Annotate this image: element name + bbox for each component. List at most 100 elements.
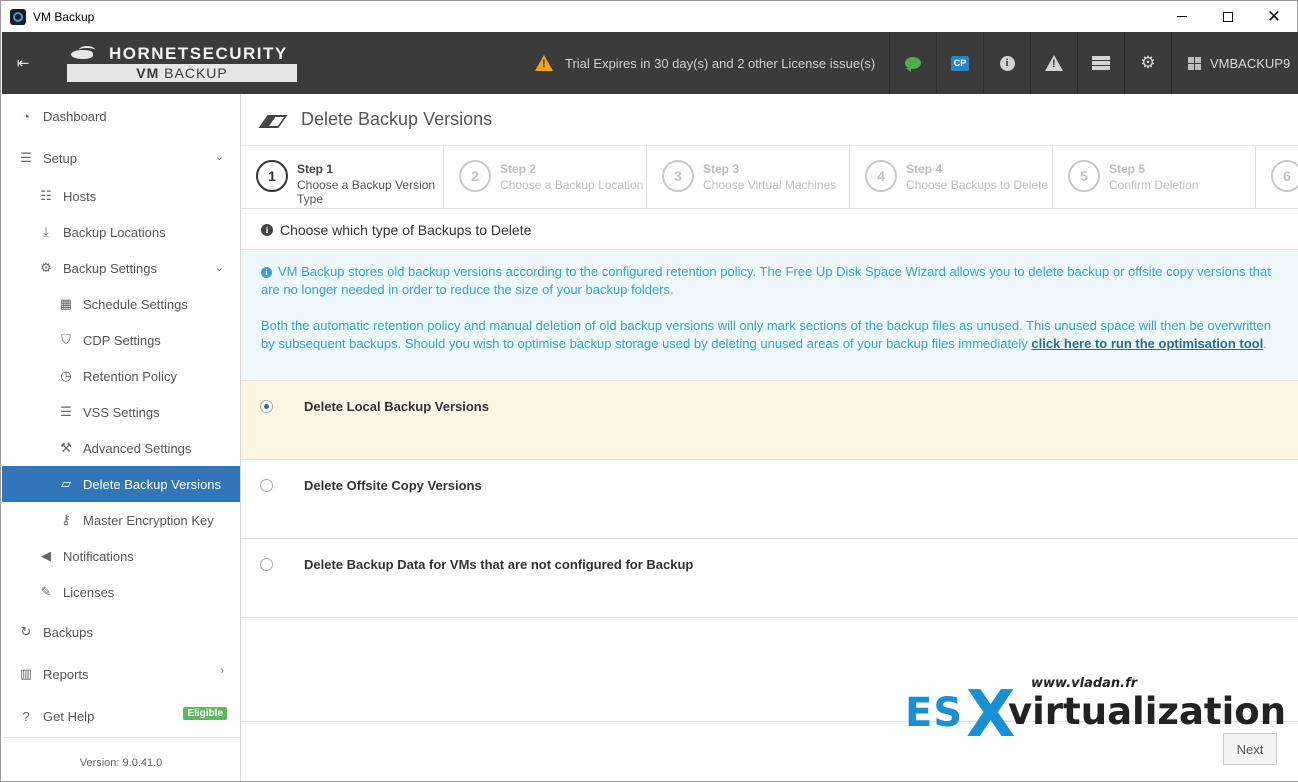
eraser-icon: ▱ xyxy=(61,476,71,491)
settings-button[interactable]: ⚙ xyxy=(1124,32,1171,94)
step-number: 1 xyxy=(256,160,288,192)
sidebar-item-notifications[interactable]: ◀ Notifications xyxy=(2,538,240,574)
radio-local-backup-versions[interactable] xyxy=(260,400,273,413)
sidebar-item-cdp-settings[interactable]: ⛉ CDP Settings xyxy=(2,322,240,358)
sidebar-item-schedule-settings[interactable]: ▦ Schedule Settings xyxy=(2,286,240,322)
step-title: Step 5 xyxy=(1109,162,1146,176)
sidebar-item-advanced-settings[interactable]: ⚒ Advanced Settings xyxy=(2,430,240,466)
step-description: Choose a Backup Location xyxy=(500,178,644,192)
sidebar-item-backup-locations[interactable]: ⤓ Backup Locations xyxy=(2,214,240,250)
sidebar-item-label: Hosts xyxy=(63,188,97,204)
sidebar-item-label: Advanced Settings xyxy=(83,440,192,456)
sidebar-item-licenses[interactable]: ✎ Licenses xyxy=(2,574,240,610)
step-description: Choose a Backup Version Type xyxy=(297,178,436,206)
step-description: Choose Backups to Delete xyxy=(906,178,1049,192)
sidebar-item-hosts[interactable]: ☷ Hosts xyxy=(2,178,240,214)
download-icon: ⤓ xyxy=(43,224,49,239)
bar-chart-icon: ▥ xyxy=(19,666,33,681)
menu-toggle-button[interactable]: ⇤ xyxy=(2,32,44,94)
sidebar-item-retention-policy[interactable]: ◷ Retention Policy xyxy=(2,358,240,394)
gears-icon: ⚙ xyxy=(1140,53,1156,72)
cogs-icon: ⚙ xyxy=(40,260,52,275)
wizard-step-4: 4 Step 4 Choose Backups to Delete xyxy=(850,146,1053,208)
step-description: Confirm Deletion xyxy=(1109,178,1199,192)
key-icon: ⚷ xyxy=(61,512,71,527)
sidebar-item-label: VSS Settings xyxy=(83,404,160,420)
sidebar-item-dashboard[interactable]: ◔ Dashboard xyxy=(2,97,240,135)
close-button[interactable]: ✕ xyxy=(1251,1,1297,32)
info-alert: i VM Backup stores old backup versions ac… xyxy=(241,251,1298,381)
servers-button[interactable] xyxy=(1077,32,1124,94)
sidebar-item-master-encryption-key[interactable]: ⚷ Master Encryption Key xyxy=(2,502,240,538)
step-number: 3 xyxy=(662,160,694,192)
wizard-step-6: 6 xyxy=(1256,146,1298,208)
clock-icon: ◷ xyxy=(60,368,72,383)
product-suffix: BACKUP xyxy=(164,65,228,81)
minimize-button[interactable] xyxy=(1159,1,1205,32)
page-title: Delete Backup Versions xyxy=(301,109,493,129)
sidebar-item-reports[interactable]: ▥ Reports › xyxy=(2,654,240,694)
option-label: Delete Backup Data for VMs that are not … xyxy=(304,557,694,572)
option-unconfigured-vm-data[interactable]: Delete Backup Data for VMs that are not … xyxy=(241,539,1298,618)
close-icon: ✕ xyxy=(1266,6,1282,27)
trial-warning[interactable]: Trial Expires in 30 day(s) and 2 other L… xyxy=(535,32,875,94)
eligible-badge: Eligible xyxy=(183,707,227,720)
edit-icon: ✎ xyxy=(40,584,52,599)
sidebar-item-vss-settings[interactable]: ☰ VSS Settings xyxy=(2,394,240,430)
wizard-steps: 1 Step 1 Choose a Backup Version Type 2 … xyxy=(241,146,1298,209)
sidebar-item-label: Reports xyxy=(43,666,89,682)
app-window: VM Backup ✕ ⇤ HORNETSECURITY VM BACKUP T… xyxy=(0,0,1298,782)
info-icon: i xyxy=(261,223,273,236)
radio-unconfigured-vm-data[interactable] xyxy=(260,558,273,571)
option-label: Delete Offsite Copy Versions xyxy=(304,478,482,493)
product-name: VM BACKUP xyxy=(67,64,297,82)
bullhorn-icon: ◀ xyxy=(41,548,51,563)
minimize-icon xyxy=(1177,16,1187,17)
step-title: Step 1 xyxy=(297,162,334,176)
sidebar-item-label: Licenses xyxy=(63,584,115,600)
server-icon xyxy=(1092,56,1110,70)
sidebar-item-backups[interactable]: ↻ Backups xyxy=(2,612,240,652)
chat-button[interactable] xyxy=(889,32,936,94)
sidebar-item-label: Backup Settings xyxy=(63,260,157,276)
info-button[interactable]: i xyxy=(983,32,1030,94)
radio-offsite-copy-versions[interactable] xyxy=(260,479,273,492)
sidebar-item-label: Retention Policy xyxy=(83,368,177,384)
info-paragraph-2: Both the automatic retention policy and … xyxy=(261,317,1278,353)
sidebar-item-backup-settings[interactable]: ⚙ Backup Settings ⌄ xyxy=(2,250,240,286)
maximize-button[interactable] xyxy=(1205,1,1251,32)
windows-icon xyxy=(1188,56,1201,70)
step-description: Choose Virtual Machines xyxy=(703,178,837,192)
alert-icon xyxy=(1045,55,1063,71)
sidebar-item-label: Backup Locations xyxy=(63,224,166,240)
watermark-url: www.vladan.fr xyxy=(1031,676,1138,691)
info-paragraph-1: i VM Backup stores old backup versions ac… xyxy=(261,263,1278,299)
info-text-end: . xyxy=(1263,336,1267,351)
sidebar-item-delete-backup-versions[interactable]: ▱ Delete Backup Versions xyxy=(2,466,240,502)
logo-brand: HORNETSECURITY xyxy=(67,44,297,64)
sidebar-item-label: Master Encryption Key xyxy=(83,512,214,528)
step-number: 6 xyxy=(1271,160,1298,192)
option-local-backup-versions[interactable]: Delete Local Backup Versions xyxy=(241,381,1298,460)
section-header: i Choose which type of Backups to Delete xyxy=(241,210,1298,250)
shield-icon: ⛉ xyxy=(61,332,71,347)
alerts-button[interactable] xyxy=(1030,32,1077,94)
sidebar-item-get-help[interactable]: ? Get Help Eligible xyxy=(2,696,240,736)
optimisation-tool-link[interactable]: click here to run the optimisation tool xyxy=(1031,336,1263,351)
chevron-down-icon: ⌄ xyxy=(214,151,224,163)
watermark-virtualization: virtualization xyxy=(1008,690,1287,733)
app-logo-icon xyxy=(10,8,26,25)
step-title: Step 4 xyxy=(906,162,943,176)
sidebar-item-label: Dashboard xyxy=(43,108,107,124)
product-logo: HORNETSECURITY VM BACKUP xyxy=(67,44,297,84)
eraser-icon xyxy=(261,114,281,126)
cp-icon: CP xyxy=(951,55,969,71)
sidebar-item-setup[interactable]: ☰ Setup ⌄ xyxy=(2,139,240,177)
option-offsite-copy-versions[interactable]: Delete Offsite Copy Versions xyxy=(241,460,1298,539)
wizard-step-2: 2 Step 2 Choose a Backup Location xyxy=(444,146,647,208)
user-menu[interactable]: VMBACKUP9 xyxy=(1171,32,1298,94)
hornet-icon xyxy=(67,46,103,61)
chevron-down-icon: ⌄ xyxy=(214,262,224,274)
menu-collapse-icon: ⇤ xyxy=(16,55,30,72)
cp-button[interactable]: CP xyxy=(936,32,983,94)
